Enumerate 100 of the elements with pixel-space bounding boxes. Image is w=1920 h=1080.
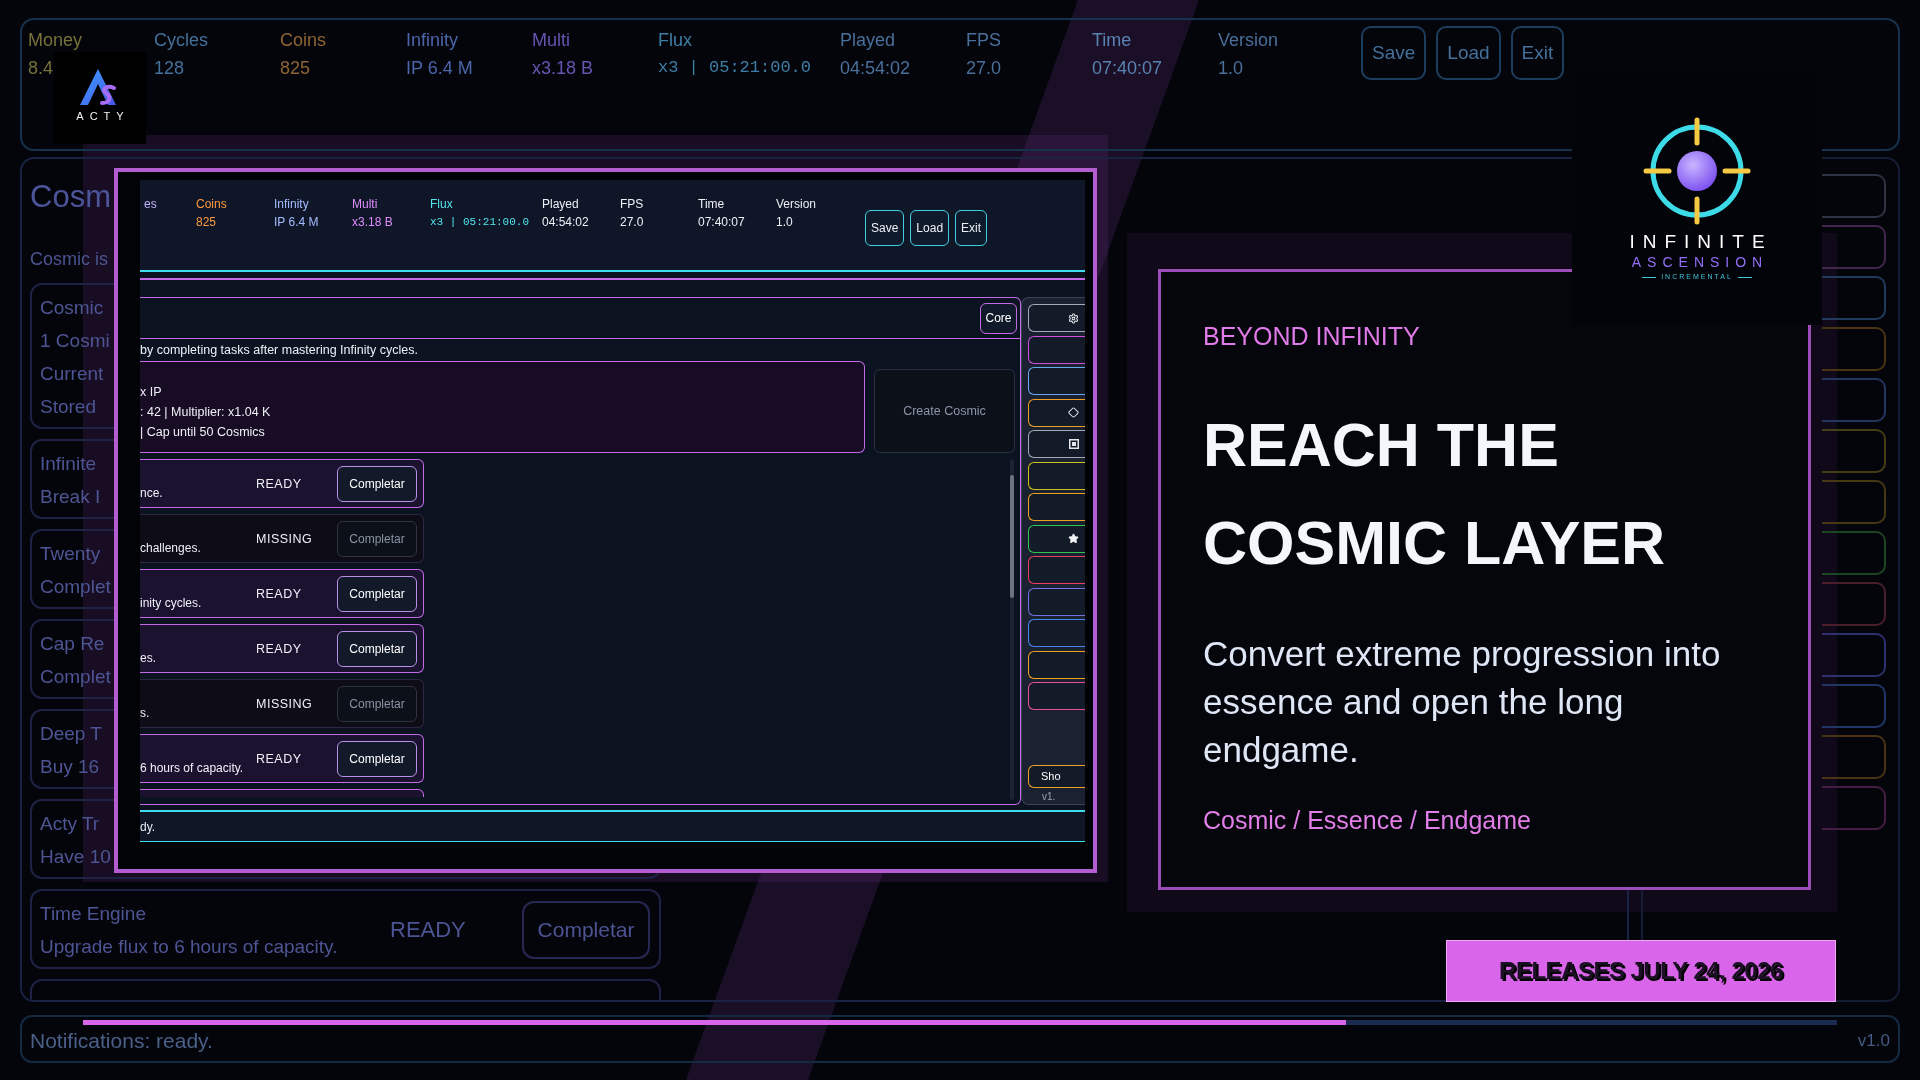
- tag-line: Cosmic / Essence / Endgame: [1203, 805, 1531, 836]
- task-text: Have 10: [40, 845, 111, 869]
- stat-value: 825: [196, 214, 217, 231]
- stat-value: 27.0: [620, 214, 644, 231]
- task-text: Upgrade flux to 6 hours of capacity.: [40, 935, 338, 959]
- eyebrow-text: BEYOND INFINITY: [1203, 321, 1420, 351]
- gear-icon: [1068, 312, 1079, 324]
- status-text: READY: [256, 475, 302, 492]
- stat-label: Infinity: [274, 196, 309, 213]
- info-text: | Cap until 50 Cosmics: [140, 424, 265, 441]
- stat-value: 04:54:02: [840, 57, 911, 80]
- crosshair-icon: [1642, 116, 1752, 226]
- stat-value: IP 6.4 M: [406, 57, 473, 80]
- stat-value: x3.18 B: [352, 214, 393, 231]
- stat-value: 27.0: [966, 57, 1002, 80]
- task-text: Buy 16: [40, 755, 100, 779]
- task-text: es.: [140, 651, 156, 665]
- logo-text: ACTY: [75, 110, 130, 122]
- stat-label: Played: [542, 196, 579, 213]
- complete-button[interactable]: Completar: [337, 520, 417, 557]
- version-text: v1.0: [1857, 1030, 1890, 1052]
- status-text: READY: [390, 916, 466, 944]
- toolbar-button[interactable]: Exit: [955, 210, 988, 246]
- task-text: Current: [40, 362, 104, 386]
- star-icon: [1068, 533, 1079, 544]
- notification-text: dy.: [140, 819, 156, 834]
- complete-button[interactable]: Completar: [337, 575, 417, 612]
- toolbar-button[interactable]: Load: [1436, 26, 1501, 80]
- stat-label: Cycles: [154, 29, 208, 52]
- description-text: Convert extreme progression into essence and open the long endgame.: [1203, 633, 1722, 771]
- menu-button[interactable]: [1028, 650, 1085, 679]
- status-text: READY: [256, 750, 302, 767]
- stat-label: Played: [840, 29, 896, 52]
- logo-subtitle: ASCENSION: [1630, 254, 1769, 270]
- task-text: Cosmic: [40, 296, 104, 320]
- menu-button[interactable]: [1028, 367, 1085, 395]
- task-text: Deep T: [40, 722, 102, 746]
- task-text: challenges.: [140, 541, 201, 555]
- stat-label: Time: [698, 196, 725, 213]
- panel-intro: Cosmic is: [30, 249, 108, 269]
- square-icon: [1069, 439, 1079, 449]
- stat-value: 04:54:02: [542, 214, 589, 231]
- stat-label: Flux: [430, 196, 453, 213]
- status-text: READY: [256, 640, 302, 657]
- stat-value: x3.18 B: [532, 57, 594, 80]
- menu-button[interactable]: [1028, 430, 1085, 458]
- info-text: x IP: [140, 384, 162, 401]
- toolbar-button[interactable]: Load: [910, 210, 950, 246]
- complete-button[interactable]: Completar: [337, 465, 417, 502]
- stat-value: x3 | 05:21:00.0: [658, 57, 812, 79]
- stat-label: Coins: [196, 196, 227, 213]
- stat-label: Multi: [532, 29, 570, 52]
- stat-value: x3 | 05:21:00.0: [430, 215, 530, 230]
- headline-text: REACH THE: [1203, 410, 1559, 481]
- description-text: by completing tasks after mastering Infinity cycles.: [140, 342, 418, 358]
- stat-value: 07:40:07: [1092, 57, 1163, 80]
- task-text: Cap Re: [40, 632, 105, 656]
- stat-label: Money: [28, 29, 83, 52]
- stat-label: Time: [1092, 29, 1132, 52]
- task-text: nce.: [140, 486, 163, 500]
- task-text: Stored: [40, 395, 96, 419]
- logo-title: INFINITE: [1628, 230, 1773, 254]
- task-text: Acty Tr: [40, 812, 100, 836]
- diamond-icon: [1068, 407, 1079, 418]
- stat-label: Version: [1218, 29, 1279, 52]
- headline-text: COSMIC LAYER: [1203, 508, 1666, 579]
- stat-value: 07:40:07: [698, 214, 745, 231]
- toolbar-button[interactable]: Save: [1361, 26, 1427, 80]
- menu-button[interactable]: [1028, 524, 1085, 553]
- release-banner: RELEASES JULY 24, 2026: [1446, 940, 1836, 1002]
- task-text: s.: [140, 706, 150, 720]
- complete-button[interactable]: Completar: [337, 630, 417, 667]
- status-text: MISSING: [256, 695, 313, 712]
- menu-button[interactable]: [1028, 398, 1085, 427]
- toolbar-button[interactable]: Exit: [1510, 26, 1565, 80]
- stat-label: Infinity: [406, 29, 459, 52]
- stat-label: Flux: [658, 29, 692, 52]
- complete-button[interactable]: Completar: [337, 740, 417, 777]
- stat-value: 8.4: [28, 57, 54, 80]
- task-text: Complet: [40, 575, 111, 599]
- panel-title: Cosm: [30, 178, 111, 216]
- stat-label: FPS: [966, 29, 1001, 52]
- task-text: 1 Cosmi: [40, 329, 110, 353]
- status-text: READY: [256, 585, 302, 602]
- menu-button[interactable]: Sho: [1028, 765, 1085, 788]
- task-text: Infinite: [40, 452, 96, 476]
- status-text: MISSING: [256, 530, 313, 547]
- task-text: inity cycles.: [140, 596, 202, 610]
- toolbar-button[interactable]: Save: [865, 210, 905, 246]
- stat-label: Version: [776, 196, 817, 213]
- menu-button[interactable]: [1028, 461, 1085, 490]
- task-text: Twenty: [40, 542, 101, 566]
- stat-value: IP 6.4 M: [274, 214, 319, 231]
- core-button[interactable]: Core: [980, 302, 1017, 334]
- complete-button[interactable]: Completar: [337, 685, 417, 722]
- menu-button[interactable]: [1028, 493, 1085, 521]
- info-text: : 42 | Multiplier: x1.04 K: [140, 404, 271, 421]
- task-text: Break I: [40, 485, 101, 509]
- notification-text: Notifications: ready.: [30, 1029, 213, 1053]
- menu-button[interactable]: [1028, 304, 1085, 332]
